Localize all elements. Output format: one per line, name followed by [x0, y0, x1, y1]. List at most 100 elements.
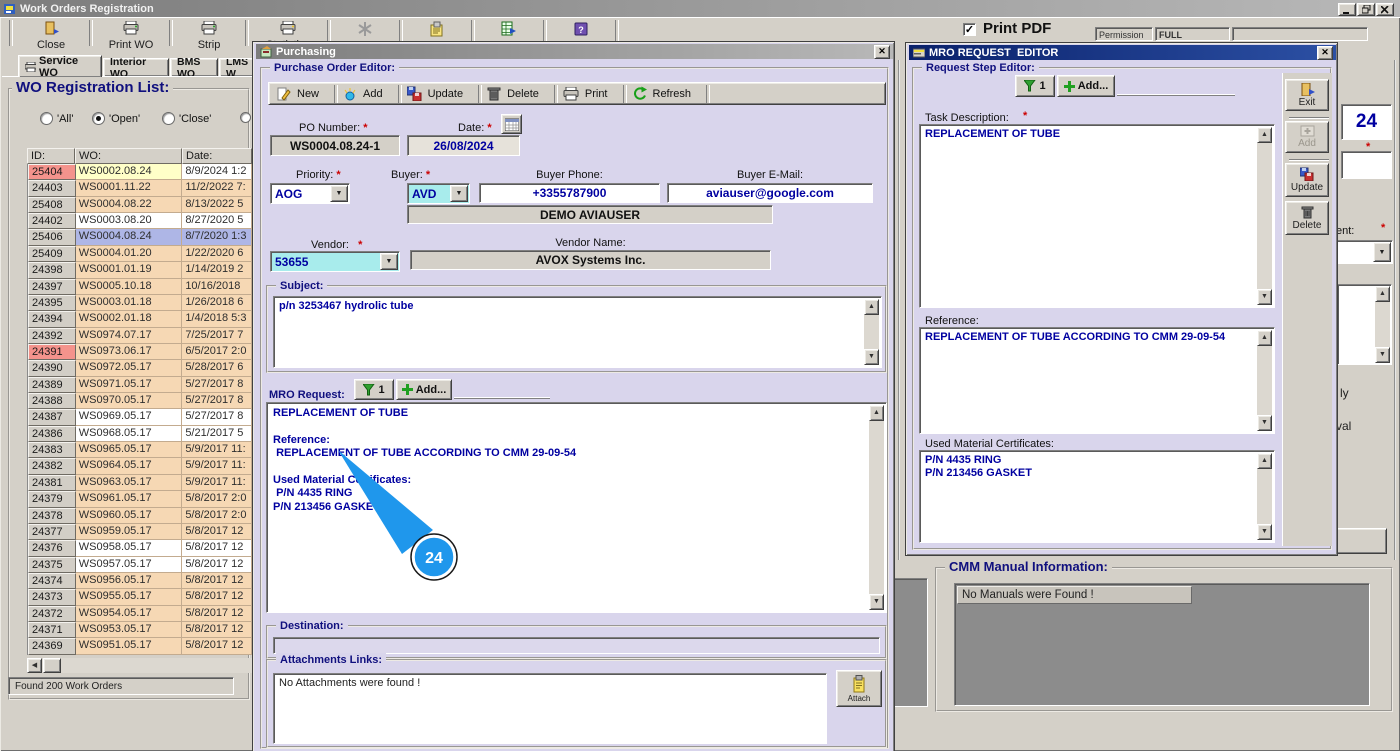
- buyer-email-field[interactable]: aviauser@google.com: [667, 183, 873, 203]
- scrollbar[interactable]: ▲ ▼: [1257, 330, 1272, 431]
- table-cell[interactable]: WS0951.05.17: [75, 638, 183, 655]
- mro-request-textarea[interactable]: REPLACEMENT OF TUBE Reference: REPLACEME…: [266, 402, 887, 613]
- table-row[interactable]: 24391 WS0973.06.17 6/5/2017 2:0: [28, 343, 252, 361]
- table-row[interactable]: 24381 WS0963.05.17 5/9/2017 11:: [28, 474, 252, 492]
- table-cell[interactable]: WS0965.05.17: [75, 442, 183, 459]
- task-description-textarea[interactable]: REPLACEMENT OF TUBE ▲ ▼: [919, 124, 1275, 308]
- scroll-down-button[interactable]: ▼: [1257, 415, 1272, 431]
- table-cell[interactable]: WS0961.05.17: [75, 491, 183, 508]
- table-cell[interactable]: 5/8/2017 2:0: [182, 507, 252, 524]
- print-wo-button[interactable]: Print WO: [98, 18, 164, 54]
- add-step-button[interactable]: Add: [1285, 121, 1329, 153]
- table-row[interactable]: 24389 WS0971.05.17 5/27/2017 8: [28, 376, 252, 394]
- restore-button[interactable]: [1357, 3, 1375, 16]
- table-cell[interactable]: 10/16/2018: [182, 278, 252, 295]
- delete-step-button[interactable]: Delete: [1285, 201, 1329, 235]
- cmm-manuals-list[interactable]: No Manuals were Found !: [954, 583, 1370, 706]
- tab-service-wo[interactable]: Service WO: [18, 55, 102, 79]
- table-cell[interactable]: 8/13/2022 5: [182, 196, 252, 214]
- table-row[interactable]: 25409 WS0004.01.20 1/22/2020 6: [28, 245, 252, 263]
- table-cell[interactable]: 5/28/2017 6: [182, 360, 252, 377]
- table-cell[interactable]: 24376: [28, 540, 76, 557]
- mro-filter-tab[interactable]: 1: [354, 379, 394, 400]
- table-cell[interactable]: 5/27/2017 8: [182, 376, 252, 394]
- table-cell[interactable]: WS0971.05.17: [75, 376, 183, 394]
- table-row[interactable]: 24382 WS0964.05.17 5/9/2017 11:: [28, 458, 252, 475]
- table-cell[interactable]: 25408: [28, 196, 76, 214]
- table-row[interactable]: 25406 WS0004.08.24 8/7/2020 1:3: [28, 229, 252, 246]
- table-cell[interactable]: 11/2/2022 7:: [182, 180, 252, 197]
- table-cell[interactable]: 5/27/2017 8: [182, 409, 252, 426]
- calendar-button[interactable]: [501, 114, 522, 134]
- table-cell[interactable]: 24369: [28, 638, 76, 655]
- dropdown-arrow-icon[interactable]: ▼: [450, 185, 468, 202]
- table-cell[interactable]: 24391: [28, 343, 76, 361]
- table-cell[interactable]: 5/8/2017 12: [182, 556, 252, 573]
- table-cell[interactable]: WS0954.05.17: [75, 605, 183, 623]
- mro-add-tab[interactable]: Add...: [396, 379, 452, 400]
- scroll-up-button[interactable]: ▲: [1257, 127, 1272, 143]
- reference-textarea[interactable]: REPLACEMENT OF TUBE ACCORDING TO CMM 29-…: [919, 327, 1275, 434]
- table-cell[interactable]: WS0956.05.17: [75, 572, 183, 590]
- table-cell[interactable]: 5/8/2017 12: [182, 572, 252, 590]
- scroll-left-button[interactable]: ◀: [27, 658, 42, 673]
- table-cell[interactable]: 24381: [28, 474, 76, 492]
- scroll-up-button[interactable]: ▲: [869, 405, 884, 421]
- table-cell[interactable]: WS0970.05.17: [75, 393, 183, 410]
- table-row[interactable]: 24392 WS0974.07.17 7/25/2017 7: [28, 327, 252, 344]
- update-button[interactable]: Update: [428, 88, 463, 100]
- table-row[interactable]: 24395 WS0003.01.18 1/26/2018 6: [28, 294, 252, 312]
- dropdown-arrow-icon[interactable]: ▼: [380, 253, 398, 270]
- listbox-fragment[interactable]: ▲ ▼: [1337, 284, 1392, 365]
- table-cell[interactable]: WS0003.01.18: [75, 294, 183, 312]
- table-cell[interactable]: 1/26/2018 6: [182, 294, 252, 312]
- step-add-tab[interactable]: Add...: [1057, 75, 1115, 97]
- tab-interior-wo[interactable]: Interior WO: [103, 56, 169, 80]
- table-cell[interactable]: WS0958.05.17: [75, 540, 183, 557]
- wo-table-hscrollbar[interactable]: ◀: [27, 658, 252, 673]
- table-row[interactable]: 24375 WS0957.05.17 5/8/2017 12: [28, 556, 252, 573]
- table-cell[interactable]: WS0001.11.22: [75, 180, 183, 197]
- scroll-down-button[interactable]: ▼: [864, 349, 879, 365]
- table-cell[interactable]: 24371: [28, 622, 76, 639]
- close-window-button[interactable]: [1376, 3, 1394, 16]
- destination-field[interactable]: [273, 637, 880, 654]
- table-cell[interactable]: 24383: [28, 442, 76, 459]
- exit-button[interactable]: Exit: [1285, 79, 1329, 111]
- scroll-down-button[interactable]: ▼: [1257, 524, 1272, 540]
- new-button[interactable]: New: [297, 88, 319, 100]
- table-cell[interactable]: 24377: [28, 523, 76, 541]
- table-cell[interactable]: WS0955.05.17: [75, 589, 183, 606]
- scrollbar[interactable]: ▲ ▼: [1257, 127, 1272, 305]
- table-row[interactable]: 24388 WS0970.05.17 5/27/2017 8: [28, 393, 252, 410]
- table-cell[interactable]: 24403: [28, 180, 76, 197]
- mro-editor-titlebar[interactable]: MRO REQUEST EDITOR ✕: [909, 45, 1336, 60]
- scroll-down-button[interactable]: ▼: [869, 594, 884, 610]
- table-cell[interactable]: 24387: [28, 409, 76, 426]
- table-cell[interactable]: 6/5/2017 2:0: [182, 343, 252, 361]
- buyer-phone-field[interactable]: +3355787900: [479, 183, 660, 203]
- dropdown-arrow-icon[interactable]: ▼: [330, 185, 348, 202]
- table-cell[interactable]: 24373: [28, 589, 76, 606]
- mro-editor-close-button[interactable]: ✕: [1317, 46, 1333, 60]
- table-row[interactable]: 24383 WS0965.05.17 5/9/2017 11:: [28, 442, 252, 459]
- table-row[interactable]: 24397 WS0005.10.18 10/16/2018: [28, 278, 252, 295]
- table-cell[interactable]: 5/8/2017 2:0: [182, 491, 252, 508]
- print-pdf-checkbox[interactable]: ✓: [963, 23, 976, 36]
- strip-button[interactable]: Strip: [178, 18, 240, 54]
- table-cell[interactable]: 5/9/2017 11:: [182, 458, 252, 475]
- filter-radio-close[interactable]: 'Close': [162, 112, 211, 125]
- po-date-field[interactable]: 26/08/2024: [407, 135, 520, 156]
- table-cell[interactable]: 25406: [28, 229, 76, 246]
- table-cell[interactable]: 24392: [28, 327, 76, 344]
- table-cell[interactable]: 5/9/2017 11:: [182, 474, 252, 492]
- table-cell[interactable]: 5/27/2017 8: [182, 393, 252, 410]
- table-row[interactable]: 24373 WS0955.05.17 5/8/2017 12: [28, 589, 252, 606]
- table-cell[interactable]: WS0005.10.18: [75, 278, 183, 295]
- table-row[interactable]: 24387 WS0969.05.17 5/27/2017 8: [28, 409, 252, 426]
- table-row[interactable]: 24390 WS0972.05.17 5/28/2017 6: [28, 360, 252, 377]
- table-cell[interactable]: 24378: [28, 507, 76, 524]
- attachments-textarea[interactable]: No Attachments were found !: [273, 673, 827, 744]
- table-row[interactable]: 24376 WS0958.05.17 5/8/2017 12: [28, 540, 252, 557]
- vendor-combobox[interactable]: 53655 ▼: [270, 251, 400, 272]
